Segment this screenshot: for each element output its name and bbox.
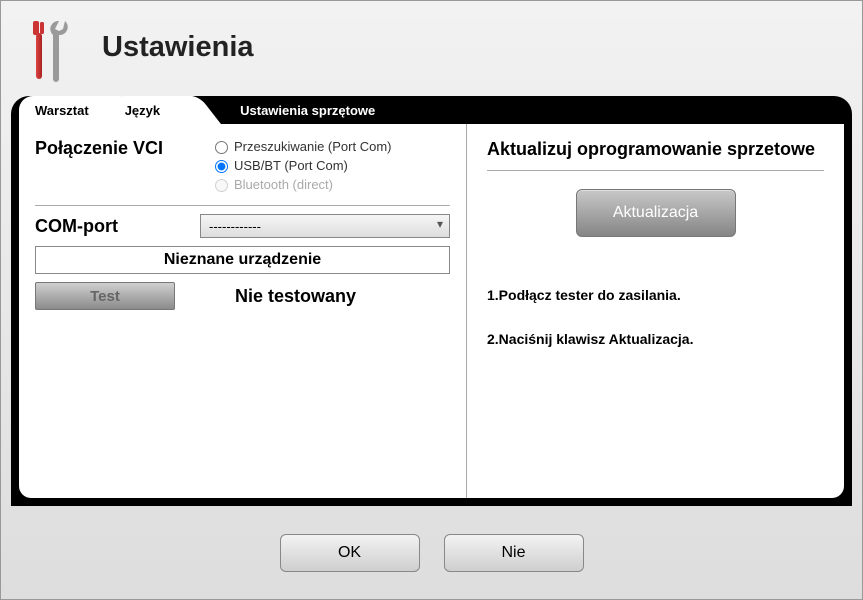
- tab-jezyk[interactable]: Język: [109, 96, 192, 124]
- tab-label: Ustawienia sprzętowe: [240, 103, 375, 118]
- device-name-box: Nieznane urządzenie: [35, 246, 450, 274]
- firmware-title: Aktualizuj oprogramowanie sprzetowe: [487, 138, 824, 160]
- tab-label: Język: [125, 103, 160, 118]
- comport-dropdown[interactable]: ------------: [200, 214, 450, 238]
- right-pane: Aktualizuj oprogramowanie sprzetowe Aktu…: [467, 124, 844, 498]
- update-button[interactable]: Aktualizacja: [576, 189, 736, 237]
- step-2: 2.Naciśnij klawisz Aktualizacja.: [487, 331, 824, 347]
- ok-button-label: OK: [338, 544, 361, 562]
- cancel-button[interactable]: Nie: [444, 534, 584, 572]
- test-status: Nie testowany: [235, 286, 356, 307]
- vci-radio-group: Przeszukiwanie (Port Com) USB/BT (Port C…: [215, 138, 392, 195]
- tools-icon: [23, 17, 78, 87]
- comport-value: ------------: [209, 219, 261, 234]
- radio-label: Przeszukiwanie (Port Com): [234, 138, 392, 156]
- radio-bluetooth: Bluetooth (direct): [215, 176, 392, 194]
- vci-title: Połączenie VCI: [35, 138, 215, 159]
- dialog-title: Ustawienia: [102, 31, 254, 64]
- radio-bluetooth-input: [215, 179, 228, 192]
- left-pane: Połączenie VCI Przeszukiwanie (Port Com)…: [19, 124, 467, 498]
- test-button[interactable]: Test: [35, 282, 175, 310]
- tabs-container: Warsztat Język Ustawienia sprzętowe Połą…: [11, 96, 852, 506]
- tabs-row: Warsztat Język Ustawienia sprzętowe: [11, 96, 852, 124]
- device-name: Nieznane urządzenie: [164, 251, 321, 269]
- tab-warsztat[interactable]: Warsztat: [19, 96, 121, 124]
- radio-label: USB/BT (Port Com): [234, 157, 348, 175]
- radio-label: Bluetooth (direct): [234, 176, 333, 194]
- divider: [35, 205, 450, 206]
- comport-label: COM-port: [35, 216, 200, 237]
- radio-scan[interactable]: Przeszukiwanie (Port Com): [215, 138, 392, 156]
- dialog-header: Ustawienia: [1, 1, 862, 96]
- step-1: 1.Podłącz tester do zasilania.: [487, 287, 824, 303]
- radio-scan-input[interactable]: [215, 141, 228, 154]
- cancel-button-label: Nie: [501, 544, 525, 562]
- settings-dialog: Ustawienia Warsztat Język Ustawienia spr…: [0, 0, 863, 600]
- tab-label: Warsztat: [35, 103, 89, 118]
- update-button-label: Aktualizacja: [613, 204, 698, 222]
- radio-usbbt[interactable]: USB/BT (Port Com): [215, 157, 392, 175]
- tab-content: Połączenie VCI Przeszukiwanie (Port Com)…: [19, 124, 844, 498]
- test-button-label: Test: [90, 288, 120, 305]
- dialog-buttons: OK Nie: [1, 506, 862, 599]
- ok-button[interactable]: OK: [280, 534, 420, 572]
- radio-usbbt-input[interactable]: [215, 160, 228, 173]
- divider: [487, 170, 824, 171]
